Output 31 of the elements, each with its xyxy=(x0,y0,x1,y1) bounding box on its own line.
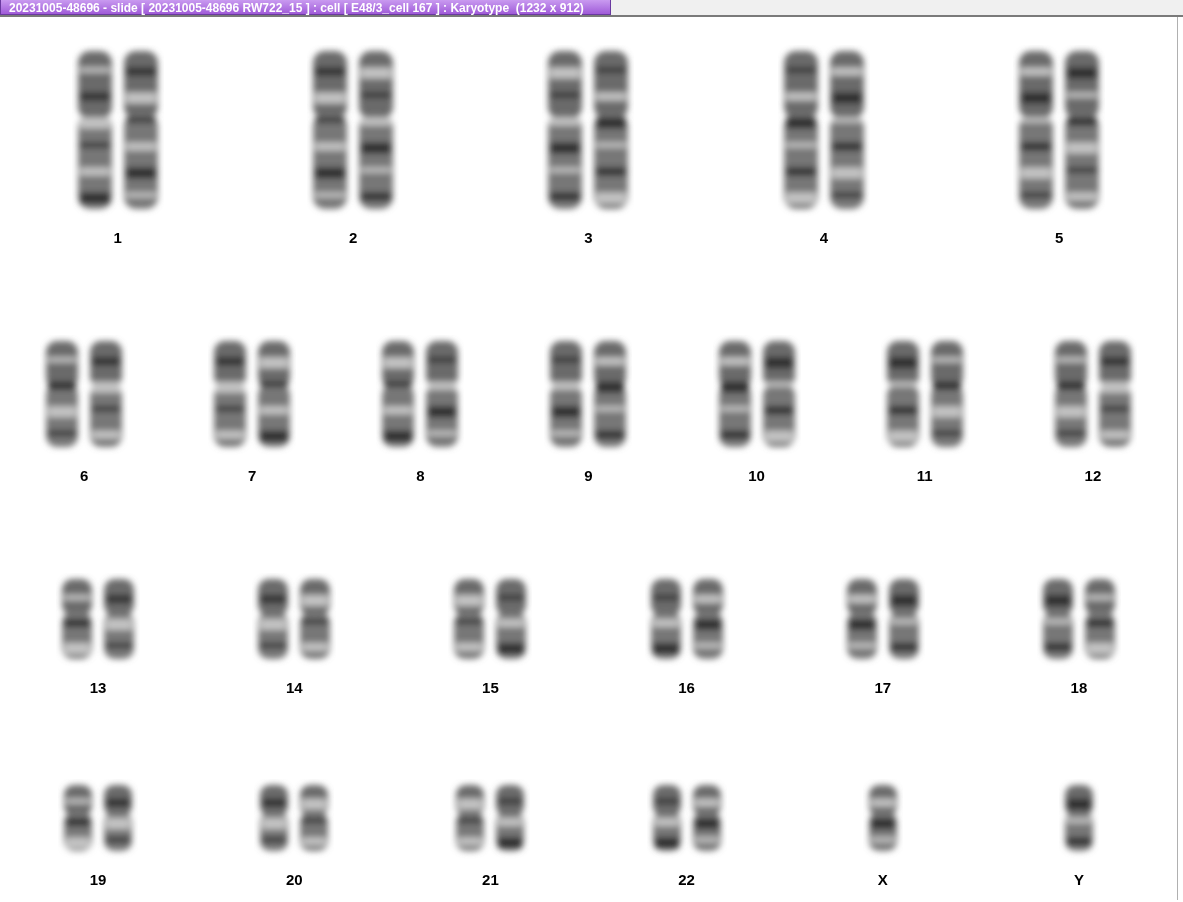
window-title: 20231005-48696 - slide [ 20231005-48696 RW722_15 ] : cell [ E48/3_cell 167 ] : Karyotype (1232 x 912) xyxy=(0,0,611,15)
chromosome-label: 10 xyxy=(748,467,765,485)
chromosome-pair-drawing xyxy=(652,785,721,851)
chromosome-drawing xyxy=(1064,785,1093,851)
chromosome-label: 11 xyxy=(916,467,933,485)
chromosome-pair-drawing xyxy=(456,785,525,851)
chromosome-label: 8 xyxy=(416,467,425,485)
chromosome-label: 19 xyxy=(89,871,107,889)
chromosome-pair-drawing xyxy=(64,785,133,851)
chromosome-label: 4 xyxy=(819,229,829,247)
chromosome-label: 15 xyxy=(482,679,499,697)
chromosome-label: Y xyxy=(1073,871,1084,889)
chromosome-label: 5 xyxy=(1055,229,1064,247)
chromosome-label: 7 xyxy=(248,467,257,485)
chromosome-label: 20 xyxy=(285,871,303,889)
chromosome-label: 14 xyxy=(285,679,303,697)
chromosome-label: 9 xyxy=(584,467,593,485)
chromosome-label: 16 xyxy=(678,679,695,697)
chromosome-label: 3 xyxy=(584,229,593,247)
chromosome-pair-drawing xyxy=(260,785,329,851)
chromosome-label: 2 xyxy=(348,229,358,247)
chromosome-label: 1 xyxy=(113,229,122,247)
chromosome-label: 22 xyxy=(678,871,695,889)
chromosome-label: 17 xyxy=(874,679,892,697)
chromosome-label: 12 xyxy=(1084,467,1102,485)
chromosome-label: 13 xyxy=(89,679,107,697)
chromosome-label: 6 xyxy=(79,467,89,485)
chromosome-label: 18 xyxy=(1070,679,1088,697)
chromosome-drawing xyxy=(868,785,897,851)
chromosome-label: 21 xyxy=(482,871,499,889)
chromosome-label: X xyxy=(877,871,888,889)
